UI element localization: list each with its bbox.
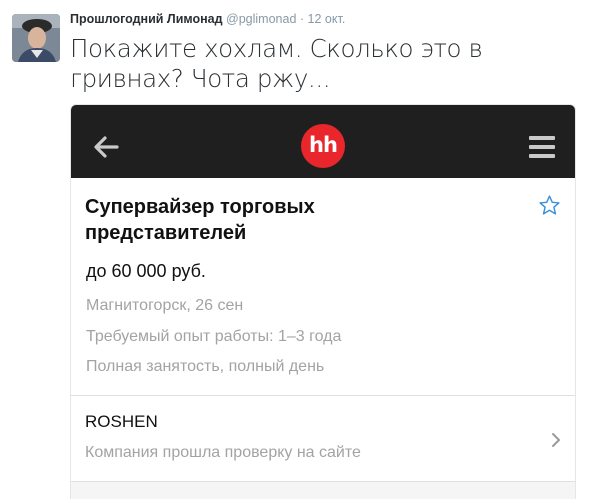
header-separator: ·: [299, 12, 305, 26]
company-verified-text: Компания прошла проверку на сайте: [85, 444, 361, 461]
author-avatar[interactable]: [12, 14, 60, 62]
company-name: ROSHEN: [85, 412, 158, 431]
tweet-timestamp[interactable]: 12 окт.: [308, 12, 346, 26]
vacancy-title: Супервайзер торговых представителей: [85, 196, 315, 244]
attached-screenshot[interactable]: hh Супервайзер торговых представителей д…: [70, 104, 576, 499]
tweet-text: Покажите хохлам. Сколько это в гривнах? …: [70, 34, 483, 93]
author-name[interactable]: Прошлогодний Лимонад: [70, 12, 223, 26]
back-arrow-icon[interactable]: [93, 135, 119, 159]
menu-icon[interactable]: [529, 136, 555, 158]
vacancy-employment: Полная занятость, полный день: [86, 358, 325, 375]
avatar-image: [12, 14, 60, 62]
vacancy-salary: до 60 000 руб.: [86, 261, 206, 281]
app-bar: hh: [71, 105, 575, 178]
company-row[interactable]: ROSHEN Компания прошла проверку на сайте: [71, 396, 575, 482]
vacancy-experience: Требуемый опыт работы: 1–3 года: [86, 328, 342, 345]
author-handle[interactable]: @pglimonad: [226, 12, 296, 26]
chevron-right-icon[interactable]: [551, 432, 561, 448]
tweet-header: Прошлогодний Лимонад @pglimonad · 12 окт…: [70, 12, 345, 26]
hh-logo[interactable]: hh: [301, 124, 345, 168]
vacancy-block: Супервайзер торговых представителей до 6…: [71, 178, 575, 396]
star-icon[interactable]: [538, 194, 561, 217]
vacancy-location-date: Магнитогорск, 26 сен: [86, 297, 244, 314]
